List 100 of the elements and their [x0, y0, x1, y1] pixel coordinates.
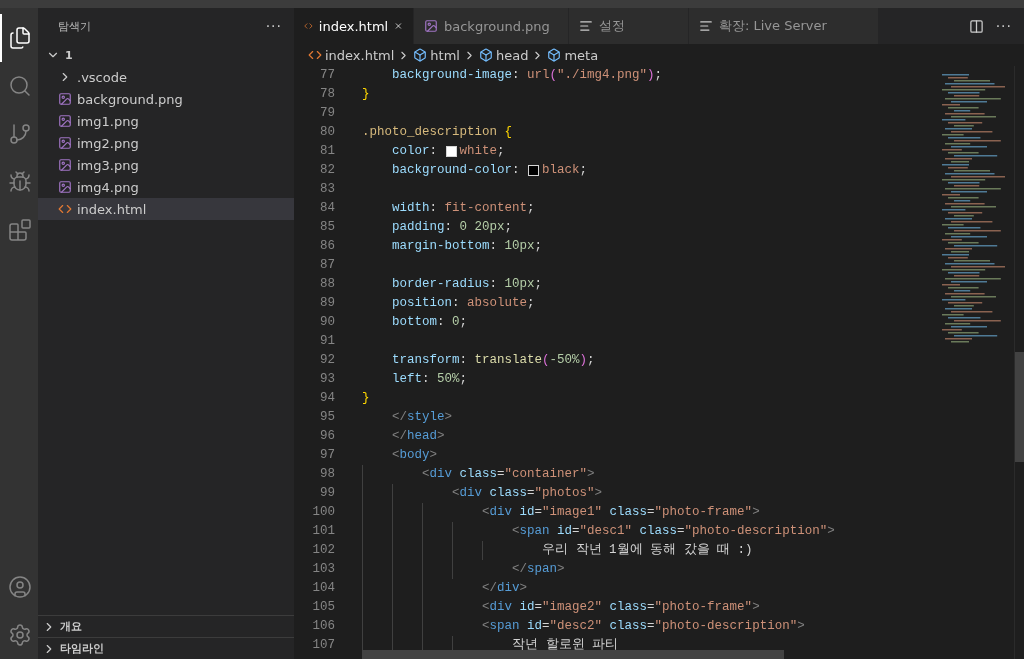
file-tree-item[interactable]: img4.png	[38, 176, 294, 198]
account-icon	[8, 575, 32, 599]
branch-icon	[8, 122, 32, 146]
code-line: background-image: url("./img4.png");	[392, 67, 663, 84]
image-file-icon	[58, 114, 72, 128]
scrollbar-thumb[interactable]	[1015, 352, 1024, 462]
code-line: bottom: 0;	[392, 314, 468, 331]
code-line: <div class="photos">	[452, 485, 603, 502]
code-line: </style>	[392, 409, 453, 426]
line-number: 96	[319, 428, 335, 445]
code-line: 우리 작년 1월에 동해 갔을 때 :)	[542, 542, 753, 559]
image-file-icon	[58, 92, 72, 106]
image-file-icon	[58, 180, 72, 194]
code-line: <div class="container">	[422, 466, 595, 483]
code-line: width: fit-content;	[392, 200, 535, 217]
code-line: }	[362, 390, 370, 407]
more-actions-button[interactable]: ···	[995, 18, 1012, 34]
editor-tab[interactable]: 확장: Live Server	[689, 8, 879, 44]
code-line: <div id="image2" class="photo-frame">	[482, 599, 760, 616]
line-number: 91	[319, 333, 335, 350]
section-header[interactable]: 개요	[38, 615, 294, 637]
cube-icon	[413, 48, 428, 62]
line-number: 102	[311, 542, 335, 559]
line-number: 84	[319, 200, 335, 217]
line-number: 93	[319, 371, 335, 388]
code-line: padding: 0 20px;	[392, 219, 513, 236]
settings-icon	[8, 623, 32, 647]
code-text: color:	[392, 143, 439, 160]
line-number: 90	[319, 314, 335, 331]
code-line: position: absolute;	[392, 295, 535, 312]
editor-tab[interactable]: index.html	[294, 8, 414, 44]
code-line: <body>	[392, 447, 438, 464]
files-icon	[8, 26, 32, 50]
line-number: 82	[319, 162, 335, 179]
file-tree-item[interactable]: img1.png	[38, 110, 294, 132]
breadcrumb-item[interactable]: html	[430, 47, 460, 63]
line-number: 98	[319, 466, 335, 483]
image-file-icon	[424, 19, 438, 33]
line-number: 81	[319, 143, 335, 160]
more-actions-button[interactable]: ···	[265, 18, 282, 34]
code-line: margin-bottom: 10px;	[392, 238, 543, 255]
cube-icon	[547, 48, 562, 62]
breadcrumb-item[interactable]: head	[495, 47, 529, 63]
file-tree-item[interactable]: .vscode	[38, 66, 294, 88]
code-text: white;	[459, 143, 505, 160]
line-number: 85	[319, 219, 335, 236]
line-number: 87	[319, 257, 335, 274]
file-tree-item[interactable]: 1	[38, 44, 294, 66]
code-line: 작년 할로윈 파티	[512, 637, 618, 654]
code-text: black;	[542, 162, 588, 179]
blocks-icon	[8, 218, 32, 242]
line-number: 77	[319, 67, 335, 84]
line-number: 105	[311, 599, 335, 616]
line-number: 86	[319, 238, 335, 255]
code-line: <div id="image1" class="photo-frame">	[482, 504, 760, 521]
bug-icon	[8, 170, 32, 194]
section-header[interactable]: 타임라인	[38, 637, 294, 659]
line-number: 95	[319, 409, 335, 426]
breadcrumb-item[interactable]: meta	[564, 47, 599, 63]
line-number: 107	[311, 637, 335, 654]
line-number: 92	[319, 352, 335, 369]
image-file-icon	[58, 136, 72, 150]
line-number: 78	[319, 86, 335, 103]
code-line: <span id="desc1" class="photo-description">	[512, 523, 835, 540]
search-icon	[8, 74, 32, 98]
code-line: left: 50%;	[392, 371, 468, 388]
editor-tab[interactable]: background.png	[414, 8, 569, 44]
line-number: 79	[319, 105, 335, 122]
line-number: 99	[319, 485, 335, 502]
code-line: </div>	[482, 580, 528, 597]
scrollbar-thumb[interactable]	[362, 650, 784, 659]
code-text: background-color:	[392, 162, 521, 179]
line-number: 106	[311, 618, 335, 635]
cube-icon	[478, 48, 493, 62]
file-tree-item[interactable]: img3.png	[38, 154, 294, 176]
code-line: </span>	[512, 561, 565, 578]
line-number: 97	[319, 447, 335, 464]
line-number: 104	[311, 580, 335, 597]
code-line: border-radius: 10px;	[392, 276, 543, 293]
breadcrumb-item[interactable]: index.html	[325, 47, 395, 63]
line-number: 89	[319, 295, 335, 312]
code-line: <span id="desc2" class="photo-description">	[482, 618, 805, 635]
file-tree-item[interactable]: background.png	[38, 88, 294, 110]
split-editor-icon[interactable]	[968, 18, 984, 34]
file-tree-item[interactable]: index.html	[38, 198, 294, 220]
line-number: 83	[319, 181, 335, 198]
line-number: 103	[311, 561, 335, 578]
editor-tab[interactable]: 설정	[569, 8, 689, 44]
file-tree-item[interactable]: img2.png	[38, 132, 294, 154]
line-number: 100	[311, 504, 335, 521]
code-line: </head>	[392, 428, 445, 445]
line-number: 80	[319, 124, 335, 141]
lines-icon	[579, 19, 593, 33]
line-number: 94	[319, 390, 335, 407]
sidebar-title: 탐색기	[58, 18, 91, 34]
code-line: transform: translate(-50%);	[392, 352, 595, 369]
code-file-icon	[308, 48, 322, 62]
line-number: 101	[311, 523, 335, 540]
line-number: 88	[319, 276, 335, 293]
lines-icon	[699, 19, 713, 33]
